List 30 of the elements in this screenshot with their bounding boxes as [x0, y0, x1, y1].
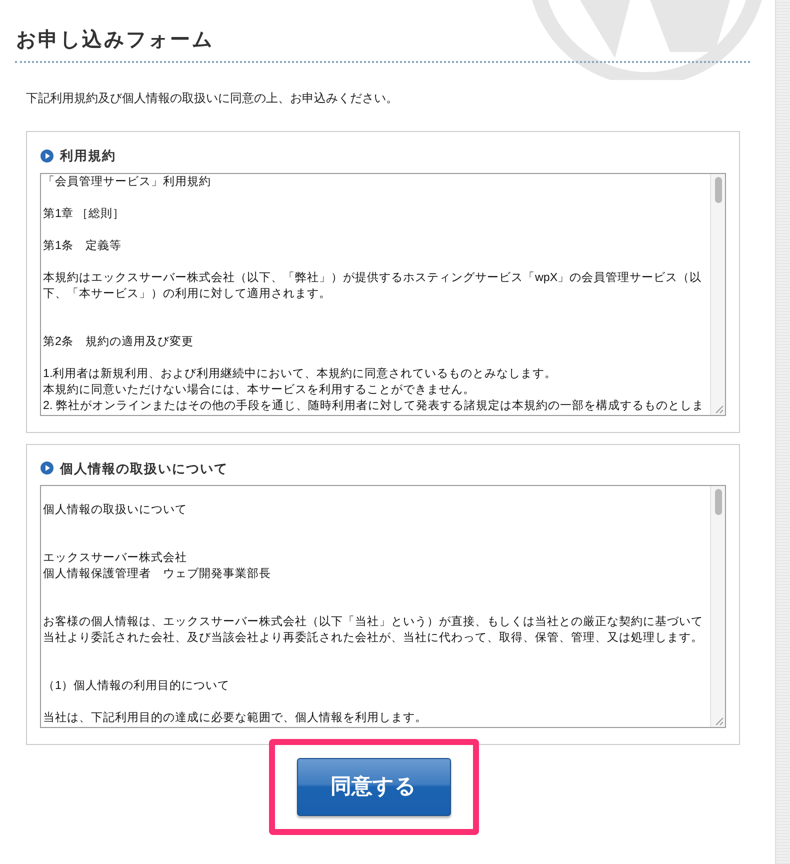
- section-heading: 利用規約: [60, 147, 116, 165]
- text-line: 当社は、下記利用目的の達成に必要な範囲で、個人情報を利用します。: [43, 710, 427, 726]
- text-line: 2. 弊社がオンラインまたはその他の手段を通じ、随時利用者に対して発表する諸規定は本規約の一部を構成するものとしま: [43, 398, 704, 414]
- agree-button[interactable]: 同意する: [296, 758, 450, 816]
- text-line: エックスサーバー株式会社: [43, 550, 187, 566]
- text-line: （1）個人情報の利用目的について: [43, 678, 230, 694]
- scrollbar[interactable]: [710, 174, 725, 414]
- text-line: 第1条 定義等: [43, 238, 122, 254]
- text-line: 個人情報の取扱いについて: [43, 502, 187, 518]
- text-line: 第2条 規約の適用及び変更: [43, 334, 194, 350]
- text-line: 本規約に同意いただけない場合には、本サービスを利用することができません。: [43, 382, 475, 398]
- intro-text: 下記利用規約及び個人情報の取扱いに同意の上、お申込みください。: [25, 90, 398, 107]
- text-line: お客様の個人情報は、エックスサーバー株式会社（以下「当社」という）が直接、もしくは当社との厳正な契約に基づいて: [43, 614, 703, 630]
- text-line: 本規約はエックスサーバー株式会社（以下、「弊社」）が提供するホスティングサービス「wpX」の会員管理サービス（以: [43, 270, 702, 286]
- text-area[interactable]: [40, 485, 726, 728]
- play-bullet-icon: [40, 148, 54, 163]
- page-title: お申し込みフォーム: [15, 28, 214, 53]
- resize-grip-icon[interactable]: [714, 404, 724, 414]
- text-line: 「会員管理サービス」利用規約: [43, 174, 211, 190]
- text-line: 個人情報保護管理者 ウェブ開発事業部長: [43, 566, 271, 582]
- text-line: 第1章 ［総則］: [43, 206, 125, 222]
- text-line: 当社より委託された会社、及び当該会社より再委託された会社が、当社に代わって、取得、保管、管理、又は処理します。: [43, 630, 703, 646]
- resize-grip-icon[interactable]: [714, 716, 724, 726]
- scrollbar[interactable]: [710, 486, 725, 727]
- text-line: 下、「本サービス」）の利用に対して適用されます。: [43, 286, 331, 302]
- section-heading: 個人情報の取扱いについて: [60, 460, 228, 478]
- play-bullet-icon: [40, 461, 54, 476]
- page-scrollbar[interactable]: [775, 0, 790, 864]
- text-area[interactable]: [40, 172, 726, 416]
- text-line: 1.利用者は新規利用、および利用継続中において、本規約に同意されているものとみなします。: [43, 366, 557, 382]
